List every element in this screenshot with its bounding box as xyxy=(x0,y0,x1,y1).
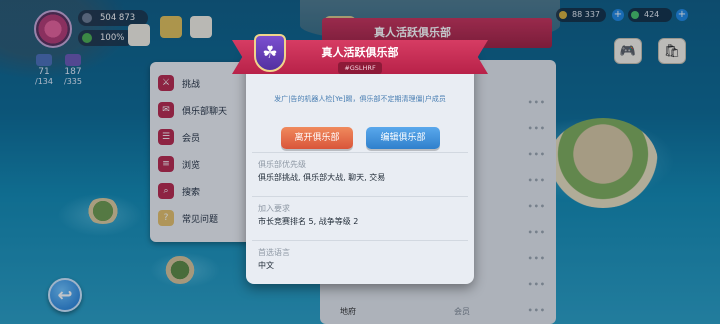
language-value: 中文 xyxy=(258,261,274,270)
club-tag: #GSLHRF xyxy=(338,62,382,74)
club-badge-icon: ☘ xyxy=(254,34,286,72)
requirements-label: 加入要求 xyxy=(258,204,290,213)
priority-value: 俱乐部挑战, 俱乐部大战, 聊天, 交易 xyxy=(258,173,386,182)
language-section: 首选语言 中文 xyxy=(252,240,468,284)
club-description: 发广|告的机器人检[Ye]踢，俱乐部不定期清理僵|户成员 xyxy=(274,95,446,103)
priority-label: 俱乐部优先级 xyxy=(258,160,306,169)
requirements-value: 市长竞赛排名 5, 战争等级 2 xyxy=(258,217,359,226)
leave-club-button[interactable]: 离开俱乐部 xyxy=(281,127,353,149)
club-priority-section: 俱乐部优先级 俱乐部挑战, 俱乐部大战, 聊天, 交易 xyxy=(252,152,468,196)
edit-club-button[interactable]: 编辑俱乐部 xyxy=(366,127,440,149)
language-label: 首选语言 xyxy=(258,248,290,257)
join-requirements-section: 加入要求 市长竞赛排名 5, 战争等级 2 xyxy=(252,196,468,240)
clover-icon: ☘ xyxy=(262,43,278,63)
